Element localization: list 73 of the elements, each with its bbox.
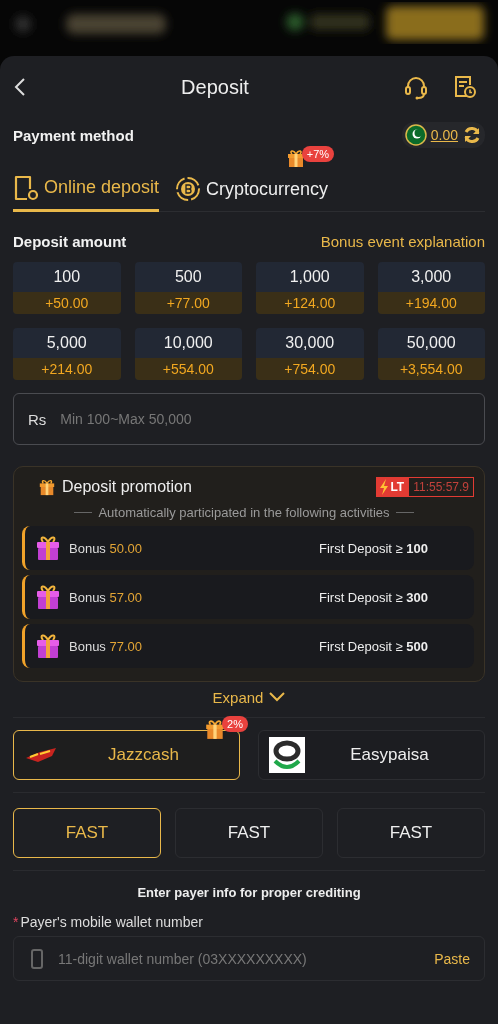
tab[interactable]: Cryptocurrency bbox=[175, 172, 329, 212]
promotion-title: Deposit promotion bbox=[62, 478, 192, 496]
gift-icon bbox=[38, 478, 56, 496]
amount-value: 30,000 bbox=[284, 333, 336, 353]
tab[interactable]: Online deposit bbox=[13, 172, 160, 212]
wallet-logo-icon bbox=[24, 746, 58, 764]
bonus-value: +124.00 bbox=[256, 292, 364, 314]
amount-value: 50,000 bbox=[405, 333, 457, 353]
bonus-value: +554.00 bbox=[134, 358, 242, 380]
headset-icon[interactable] bbox=[403, 74, 429, 100]
amount-option[interactable]: 10,000 +554.00 bbox=[134, 328, 242, 380]
amount-value: 500 bbox=[173, 267, 203, 287]
section-label: Deposit amount bbox=[13, 232, 127, 250]
phone-icon bbox=[30, 947, 44, 970]
bonus-value: +194.00 bbox=[377, 292, 485, 314]
bonus-text: Bonus 50.00 bbox=[69, 540, 144, 556]
gift-icon bbox=[35, 534, 61, 562]
paste-button[interactable]: Paste bbox=[434, 950, 470, 967]
bonus-explanation-link[interactable]: Bonus event explanation bbox=[320, 232, 485, 250]
amount-field[interactable]: Rs Min 100~Max 50,000 bbox=[13, 393, 485, 445]
amount-option[interactable]: 100 +50.00 bbox=[13, 262, 121, 314]
bonus-badge: +7% bbox=[301, 146, 335, 162]
amount-value: 1,000 bbox=[288, 267, 331, 287]
amount-option[interactable]: 500 +77.00 bbox=[134, 262, 242, 314]
back-icon[interactable] bbox=[13, 77, 27, 97]
wallet-number-field[interactable]: 11-digit wallet number (03XXXXXXXXX) Paste bbox=[13, 936, 485, 981]
condition-text: First Deposit ≥ 100 bbox=[318, 540, 428, 556]
wallet-logo-icon bbox=[269, 737, 305, 773]
bonus-value: +3,554.00 bbox=[377, 358, 485, 380]
payment-channel[interactable]: Easypaisa bbox=[258, 730, 485, 780]
bonus-value: +77.00 bbox=[134, 292, 242, 314]
screen-title: Deposit bbox=[180, 75, 250, 99]
payment-channel[interactable]: Jazzcash bbox=[13, 730, 240, 780]
amount-option[interactable]: 5,000 +214.00 bbox=[13, 328, 121, 380]
amount-value: 10,000 bbox=[162, 333, 214, 353]
timer-value: 11:55:57.9 bbox=[412, 480, 470, 494]
gift-icon bbox=[35, 632, 61, 660]
amount-option[interactable]: 1,000 +124.00 bbox=[256, 262, 364, 314]
bonus-text: Bonus 57.00 bbox=[69, 589, 144, 605]
currency-label: Rs bbox=[28, 410, 47, 428]
gift-icon bbox=[35, 583, 61, 611]
balance-amount[interactable]: 0.00 bbox=[430, 127, 458, 143]
phone-icon bbox=[13, 173, 39, 202]
expand-link[interactable]: Expand bbox=[13, 683, 485, 711]
amount-option[interactable]: 3,000 +194.00 bbox=[377, 262, 485, 314]
required-mark: * bbox=[13, 914, 19, 930]
payer-info-note: Enter payer info for proper crediting bbox=[136, 885, 362, 900]
speed-option[interactable]: FAST bbox=[337, 808, 485, 858]
section-label: Payment method bbox=[13, 126, 134, 144]
amount-value: 3,000 bbox=[410, 267, 453, 287]
speed-option[interactable]: FAST bbox=[13, 808, 161, 858]
bonus-value: +754.00 bbox=[256, 358, 364, 380]
bonus-value: +214.00 bbox=[13, 358, 121, 380]
field-label: Payer's mobile wallet number bbox=[20, 914, 203, 930]
condition-text: First Deposit ≥ 500 bbox=[318, 638, 428, 654]
amount-option[interactable]: 30,000 +754.00 bbox=[256, 328, 364, 380]
flag-icon bbox=[404, 124, 427, 146]
bonus-value: +50.00 bbox=[13, 292, 121, 314]
amount-option[interactable]: 50,000 +3,554.00 bbox=[377, 328, 485, 380]
amount-value: 5,000 bbox=[45, 333, 88, 353]
condition-text: First Deposit ≥ 300 bbox=[318, 589, 428, 605]
gift-icon bbox=[285, 148, 306, 168]
amount-value: 100 bbox=[52, 267, 82, 287]
speed-option[interactable]: FAST bbox=[175, 808, 323, 858]
bonus-text: Bonus 77.00 bbox=[69, 638, 144, 654]
chevron-down-icon bbox=[269, 692, 286, 702]
lightning-icon bbox=[379, 479, 390, 495]
bonus-badge: 2% bbox=[222, 716, 248, 732]
amount-input[interactable]: Min 100~Max 50,000 bbox=[58, 410, 470, 428]
promotion-subtitle: Automatically participated in the following activities bbox=[98, 505, 390, 520]
wallet-number-input[interactable]: 11-digit wallet number (03XXXXXXXXX) bbox=[56, 949, 423, 968]
refresh-icon[interactable] bbox=[462, 125, 482, 145]
coin-icon bbox=[175, 176, 202, 202]
